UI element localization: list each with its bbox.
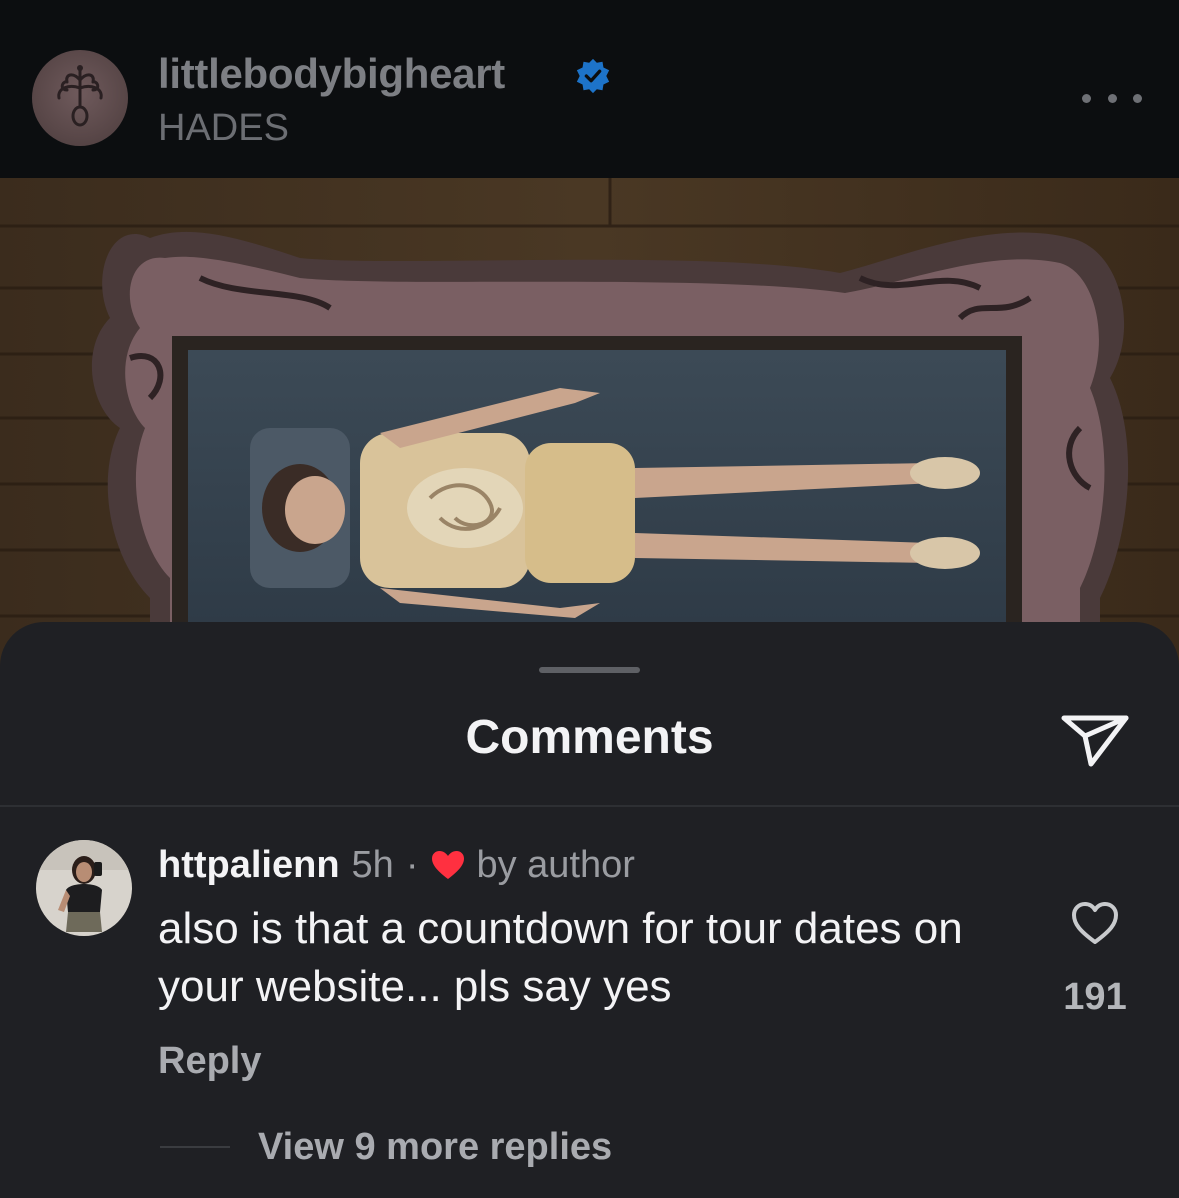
post-image[interactable] xyxy=(0,178,1179,678)
verified-badge-icon xyxy=(576,58,610,94)
dot xyxy=(1082,93,1091,103)
share-paper-plane-icon[interactable] xyxy=(1058,708,1132,772)
ornament-logo-icon xyxy=(57,65,103,127)
heart-like-icon[interactable] xyxy=(1070,900,1120,946)
view-more-replies-button[interactable]: View 9 more replies xyxy=(258,1122,612,1172)
dot xyxy=(1133,93,1142,103)
comment-avatar[interactable] xyxy=(36,840,132,936)
liked-by-author-label: by author xyxy=(476,844,635,886)
instagram-post-screen: littlebodybigheart HADES Comments httpal… xyxy=(0,0,1179,1198)
comment-text: also is that a countdown for tour dates … xyxy=(158,904,963,1011)
comment-meta: httpalienn 5h · by author xyxy=(158,840,635,890)
reply-button[interactable]: Reply xyxy=(158,1036,261,1086)
post-username[interactable]: littlebodybigheart xyxy=(158,50,505,98)
liked-by-author-heart-icon xyxy=(432,851,465,879)
comment-timestamp: 5h xyxy=(351,844,394,886)
post-subtitle[interactable]: HADES xyxy=(158,106,289,150)
like-count: 191 xyxy=(1063,976,1127,1018)
comment-username[interactable]: httpalienn xyxy=(158,840,340,890)
profile-avatar[interactable] xyxy=(32,50,128,146)
user-photo xyxy=(36,840,132,936)
sheet-title: Comments xyxy=(465,711,714,764)
divider xyxy=(0,805,1179,807)
meta-separator: · xyxy=(405,844,419,886)
dot xyxy=(1107,93,1117,103)
comments-sheet: Comments httpalienn 5h · by author also … xyxy=(0,622,1179,1198)
post-header: littlebodybigheart HADES xyxy=(0,0,1179,178)
more-options-icon[interactable] xyxy=(1082,84,1142,112)
sheet-grabber[interactable] xyxy=(539,667,640,673)
replies-thread-line xyxy=(160,1146,230,1148)
